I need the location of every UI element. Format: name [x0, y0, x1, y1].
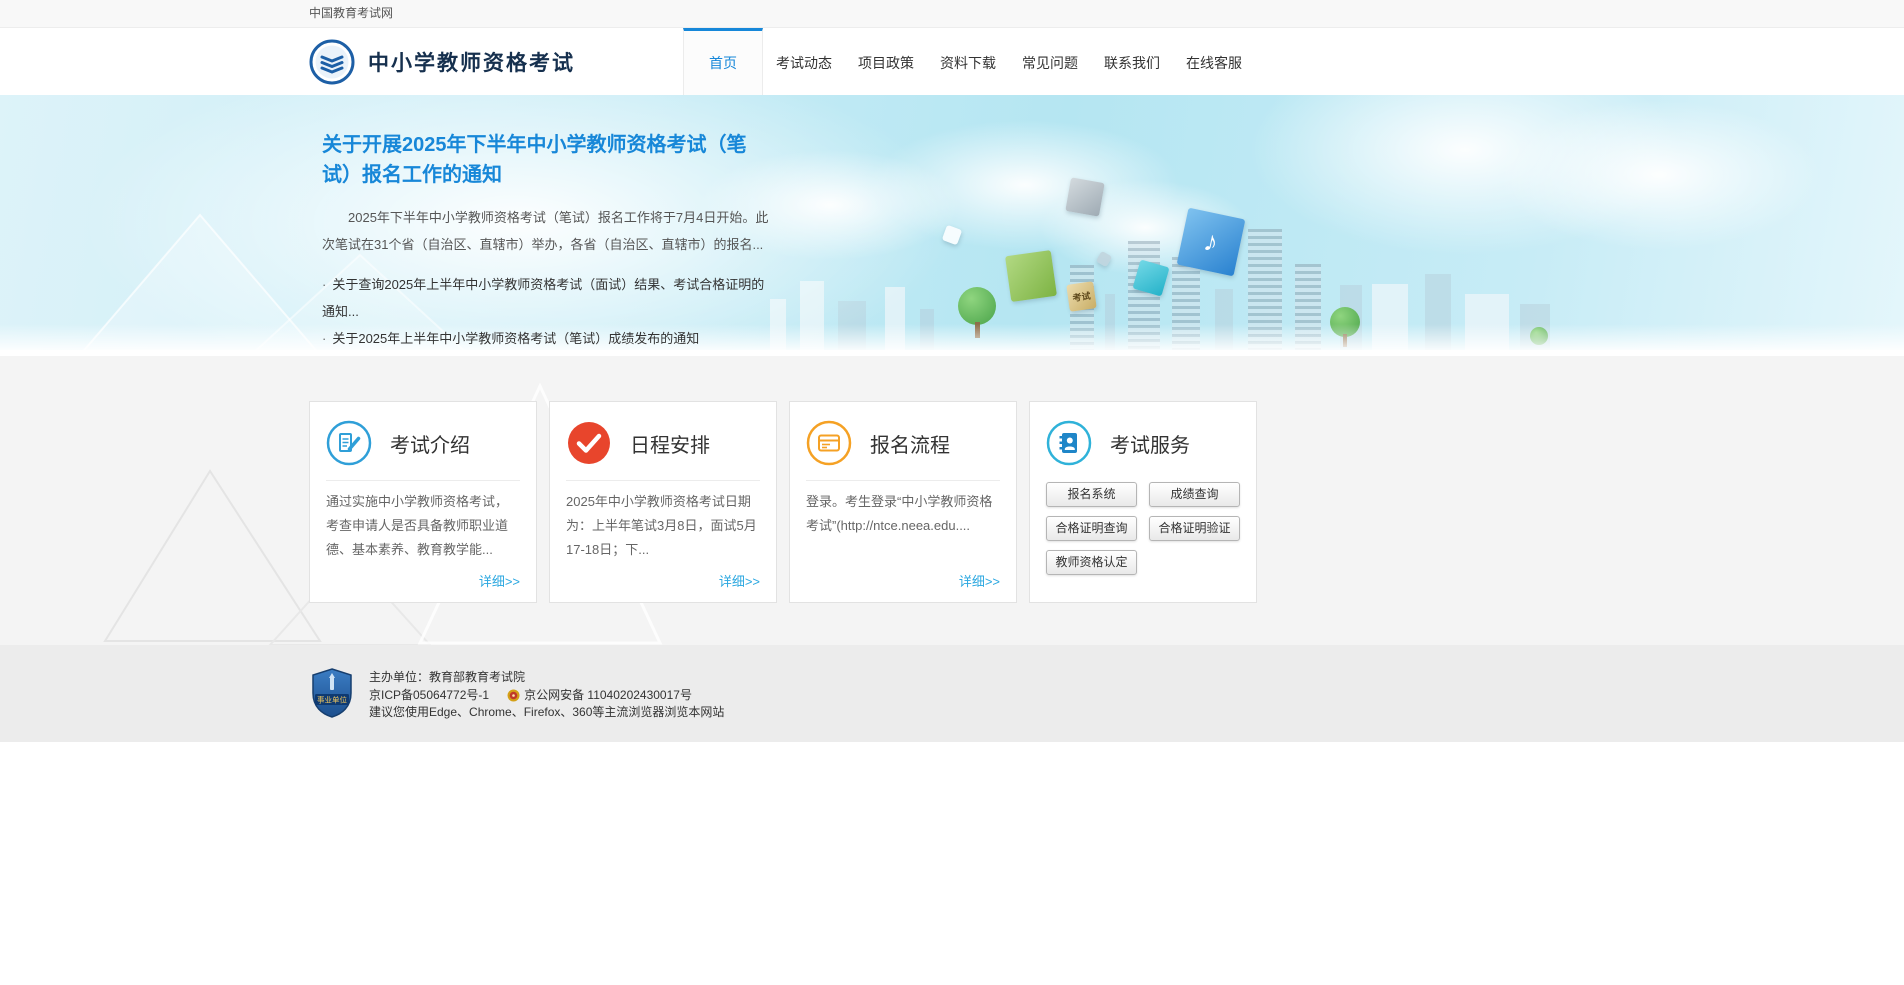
- ntce-emblem-icon: [309, 39, 355, 85]
- score-query-button[interactable]: 成绩查询: [1149, 482, 1240, 507]
- topbar: 中国教育考试网: [0, 0, 1904, 28]
- address-book-icon: [1046, 420, 1092, 466]
- card-body-text: 登录。考生登录“中小学教师资格考试”(http://ntce.neea.edu.…: [806, 490, 1000, 562]
- browser-tip-line: 建议您使用Edge、Chrome、Firefox、360等主流浏览器浏览本网站: [369, 704, 724, 722]
- footer: 事业单位 主办单位：教育部教育考试院 京ICP备05064772号-1 京公网安…: [0, 645, 1904, 742]
- police-badge-icon: [507, 689, 520, 702]
- hero-notice-title-link[interactable]: 关于开展2025年下半年中小学教师资格考试（笔试）报名工作的通知: [322, 130, 774, 190]
- card-title: 考试服务: [1110, 429, 1190, 458]
- hero-notice-summary: 2025年下半年中小学教师资格考试（笔试）报名工作将于7月4日开始。此次笔试在3…: [322, 204, 774, 258]
- main-nav: 首页 考试动态 项目政策 资料下载 常见问题 联系我们 在线客服: [683, 28, 1255, 95]
- certificate-query-button[interactable]: 合格证明查询: [1046, 516, 1137, 541]
- institution-badge-icon[interactable]: 事业单位: [309, 667, 355, 719]
- site-logo[interactable]: 中小学教师资格考试: [309, 28, 575, 95]
- bullet-icon: ·: [322, 277, 326, 292]
- teacher-certification-button[interactable]: 教师资格认定: [1046, 550, 1137, 575]
- card-exam-intro: 考试介绍 通过实施中小学教师资格考试，考查申请人是否具备教师职业道德、基本素养、…: [309, 401, 537, 603]
- detail-link[interactable]: 详细>>: [566, 571, 760, 590]
- card-row: 考试介绍 通过实施中小学教师资格考试，考查申请人是否具备教师职业道德、基本素养、…: [309, 401, 1259, 603]
- detail-link[interactable]: 详细>>: [326, 571, 520, 590]
- card-title: 考试介绍: [390, 429, 470, 458]
- nav-item-home[interactable]: 首页: [683, 28, 763, 95]
- divider: [326, 480, 520, 481]
- hero-news-list: ·关于查询2025年上半年中小学教师资格考试（面试）结果、考试合格证明的通知..…: [322, 271, 774, 352]
- nav-item-online-service[interactable]: 在线客服: [1173, 28, 1255, 95]
- music-note-cube-icon: ♪: [1177, 208, 1246, 277]
- card-registration-process: 报名流程 登录。考生登录“中小学教师资格考试”(http://ntce.neea…: [789, 401, 1017, 603]
- hero-bottom-fade: [0, 324, 1904, 350]
- nav-item-downloads[interactable]: 资料下载: [927, 28, 1009, 95]
- registration-system-button[interactable]: 报名系统: [1046, 482, 1137, 507]
- icp-line: 京ICP备05064772号-1 京公网安备 11040202430017号: [369, 687, 724, 705]
- hero-news-link: 关于查询2025年上半年中小学教师资格考试（面试）结果、考试合格证明的通知...: [322, 277, 764, 319]
- hero-news-item[interactable]: · 关于2025年上半年中小学教师资格考试（笔试）成绩发布的通知: [322, 325, 774, 352]
- card-body-text: 2025年中小学教师资格考试日期为：上半年笔试3月8日，面试5月17-18日；下…: [566, 490, 760, 562]
- page: 中国教育考试网 中小学教师资格考试 首页 考试动态: [0, 0, 1904, 985]
- card-head: 日程安排: [566, 418, 760, 468]
- hero-content: 关于开展2025年下半年中小学教师资格考试（笔试）报名工作的通知 2025年下半…: [309, 95, 774, 356]
- card-exam-services: 考试服务 报名系统 成绩查询 合格证明查询 合格证明验证 教师资格认定: [1029, 401, 1257, 603]
- police-group: 京公网安备 11040202430017号: [507, 687, 692, 705]
- hero-banner: ♪ 考试 关于开展2025年下半年中小学教师资格考试（笔试）报名工作的通知 20…: [0, 95, 1904, 356]
- service-button-grid: 报名系统 成绩查询 合格证明查询 合格证明验证 教师资格认定: [1046, 482, 1240, 575]
- certificate-verify-button[interactable]: 合格证明验证: [1149, 516, 1240, 541]
- check-circle-icon: [566, 420, 612, 466]
- badge-label: 事业单位: [317, 695, 347, 705]
- icp-link[interactable]: 京ICP备05064772号-1: [369, 687, 489, 705]
- nav-item-contact[interactable]: 联系我们: [1091, 28, 1173, 95]
- bullet-icon: ·: [322, 331, 326, 346]
- card-schedule: 日程安排 2025年中小学教师资格考试日期为：上半年笔试3月8日，面试5月17-…: [549, 401, 777, 603]
- main-section: 考试介绍 通过实施中小学教师资格考试，考查申请人是否具备教师职业道德、基本素养、…: [0, 356, 1904, 645]
- detail-link[interactable]: 详细>>: [806, 571, 1000, 590]
- hero-news-item[interactable]: ·关于查询2025年上半年中小学教师资格考试（面试）结果、考试合格证明的通知..…: [322, 271, 774, 325]
- hero-news-link: 关于2025年上半年中小学教师资格考试（笔试）成绩发布的通知: [332, 331, 699, 346]
- nav-item-news[interactable]: 考试动态: [763, 28, 845, 95]
- exam-cube-icon: 考试: [1066, 281, 1096, 311]
- card-body-text: 通过实施中小学教师资格考试，考查申请人是否具备教师职业道德、基本素养、教育教学能…: [326, 490, 520, 562]
- site-title: 中小学教师资格考试: [368, 47, 575, 77]
- card-title: 报名流程: [870, 429, 950, 458]
- footer-text-block: 主办单位：教育部教育考试院 京ICP备05064772号-1 京公网安备 110…: [369, 667, 724, 722]
- divider: [806, 480, 1000, 481]
- card-title: 日程安排: [630, 429, 710, 458]
- divider: [566, 480, 760, 481]
- card-head: 考试介绍: [326, 418, 520, 468]
- card-head: 考试服务: [1046, 418, 1240, 468]
- site-name-link[interactable]: 中国教育考试网: [309, 6, 393, 20]
- cube-icon: [1065, 177, 1104, 216]
- cloud-decor: [1500, 100, 1820, 250]
- header: 中小学教师资格考试 首页 考试动态 项目政策 资料下载 常见问题 联系我们 在线…: [0, 28, 1904, 95]
- organizer-line: 主办单位：教育部教育考试院: [369, 669, 724, 687]
- pencil-document-icon: [326, 420, 372, 466]
- nav-item-policy[interactable]: 项目政策: [845, 28, 927, 95]
- cube-icon: [1005, 250, 1057, 302]
- form-card-icon: [806, 420, 852, 466]
- card-head: 报名流程: [806, 418, 1000, 468]
- nav-item-faq[interactable]: 常见问题: [1009, 28, 1091, 95]
- security-record-link[interactable]: 京公网安备 11040202430017号: [524, 687, 692, 705]
